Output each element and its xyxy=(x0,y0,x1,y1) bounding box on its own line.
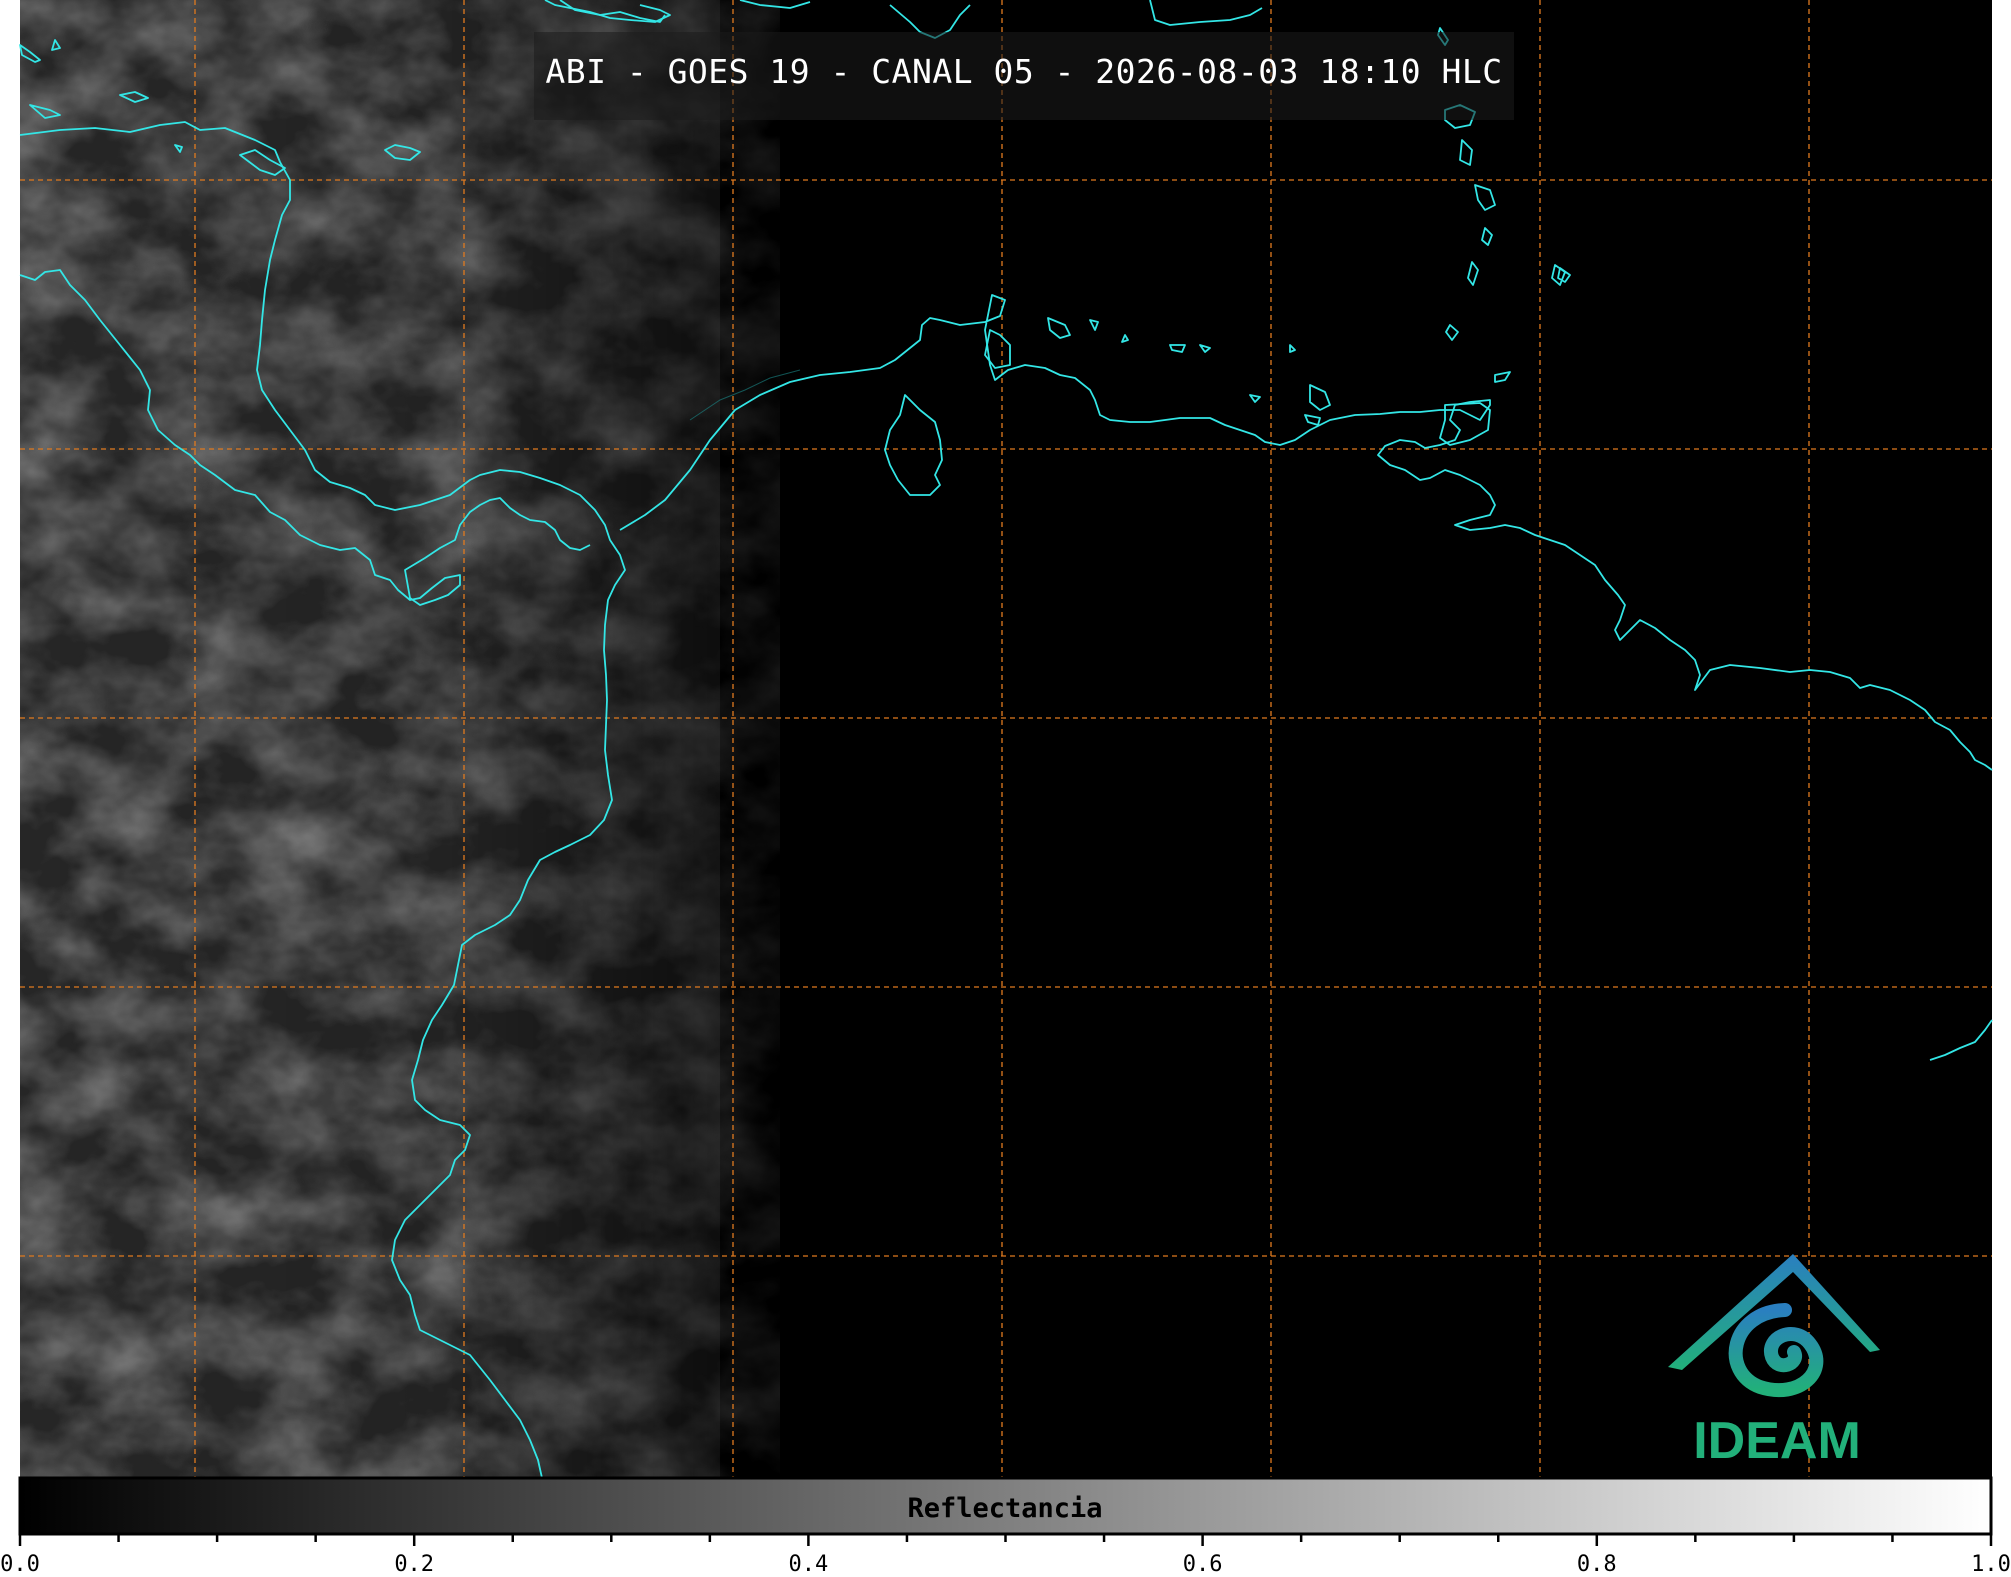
colorbar-label: Reflectancia xyxy=(907,1493,1102,1524)
colorbar-tick-label: 0.0 xyxy=(0,1552,40,1577)
logo-spiral-icon xyxy=(1728,1303,1824,1398)
colorbar-tick-labels: 0.0 0.2 0.4 0.6 0.8 1.0 xyxy=(0,1552,2011,1577)
colorbar-tick-label: 1.0 xyxy=(1971,1552,2011,1577)
colorbar-tick-label: 0.2 xyxy=(394,1552,434,1577)
colorbar-tick-label: 0.4 xyxy=(789,1552,829,1577)
colorbar-tick-label: 0.6 xyxy=(1183,1552,1223,1577)
map-title: ABI - GOES 19 - CANAL 05 - 2026-08-03 18… xyxy=(545,52,1503,91)
ideam-logo: IDEAM xyxy=(1668,1254,1880,1470)
colorbar: Reflectancia 0.0 0.2 0.4 0.6 0.8 1.0 xyxy=(0,1476,2011,1577)
logo-text: IDEAM xyxy=(1693,1412,1861,1470)
colorbar-tick-label: 0.8 xyxy=(1577,1552,1617,1577)
colorbar-ticks xyxy=(18,1534,1993,1546)
